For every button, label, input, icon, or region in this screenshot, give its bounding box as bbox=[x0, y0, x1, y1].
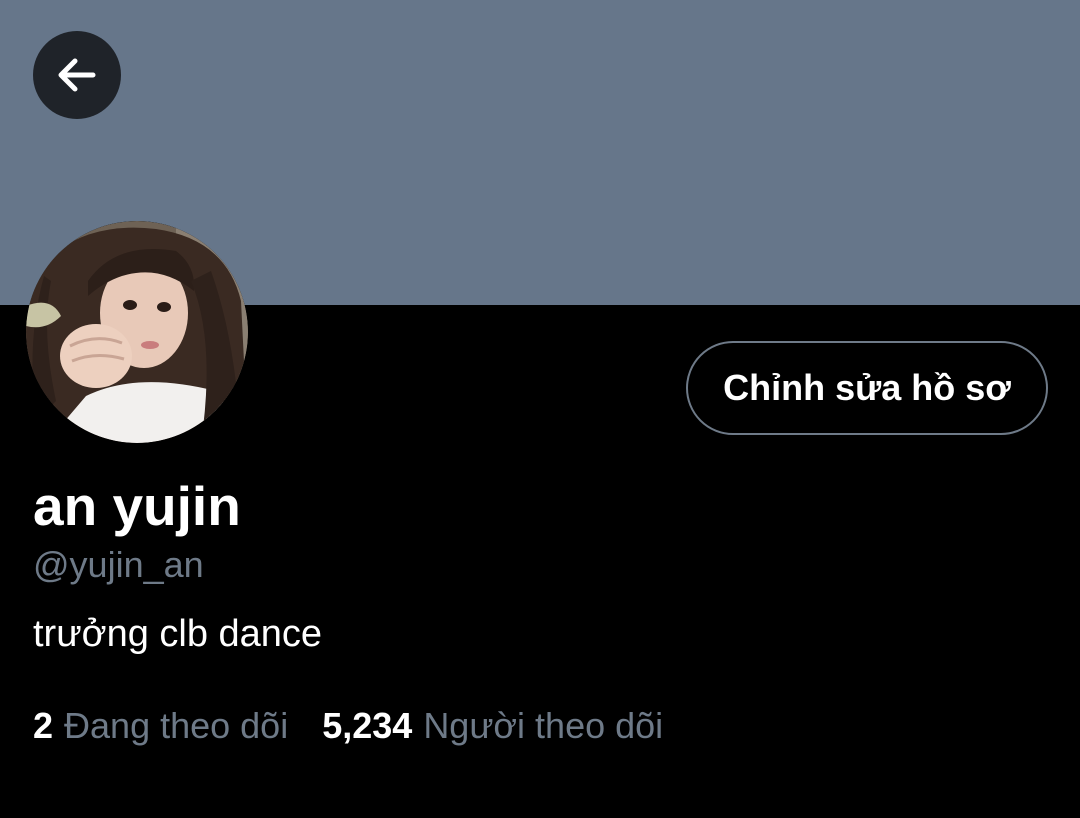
edit-profile-button[interactable]: Chỉnh sửa hồ sơ bbox=[686, 341, 1048, 435]
followers-count: 5,234 bbox=[322, 705, 413, 746]
display-name: an yujin bbox=[33, 475, 241, 537]
follow-stats: 2 Đang theo dõi 5,234 Người theo dõi bbox=[33, 703, 663, 749]
followers-label: Người theo dõi bbox=[423, 705, 664, 746]
followers-link[interactable]: 5,234 Người theo dõi bbox=[322, 703, 663, 749]
edit-profile-label: Chỉnh sửa hồ sơ bbox=[723, 367, 1011, 408]
following-count: 2 bbox=[33, 705, 54, 746]
arrow-left-icon bbox=[53, 51, 101, 99]
avatar[interactable] bbox=[26, 221, 248, 443]
back-button[interactable] bbox=[33, 31, 121, 119]
profile-bio: trưởng clb dance bbox=[33, 613, 323, 655]
profile-page: Chỉnh sửa hồ sơ an yujin @yujin_an trưởn… bbox=[0, 0, 1080, 818]
username-handle: @yujin_an bbox=[33, 544, 204, 585]
following-label: Đang theo dõi bbox=[64, 705, 289, 746]
following-link[interactable]: 2 Đang theo dõi bbox=[33, 703, 288, 749]
